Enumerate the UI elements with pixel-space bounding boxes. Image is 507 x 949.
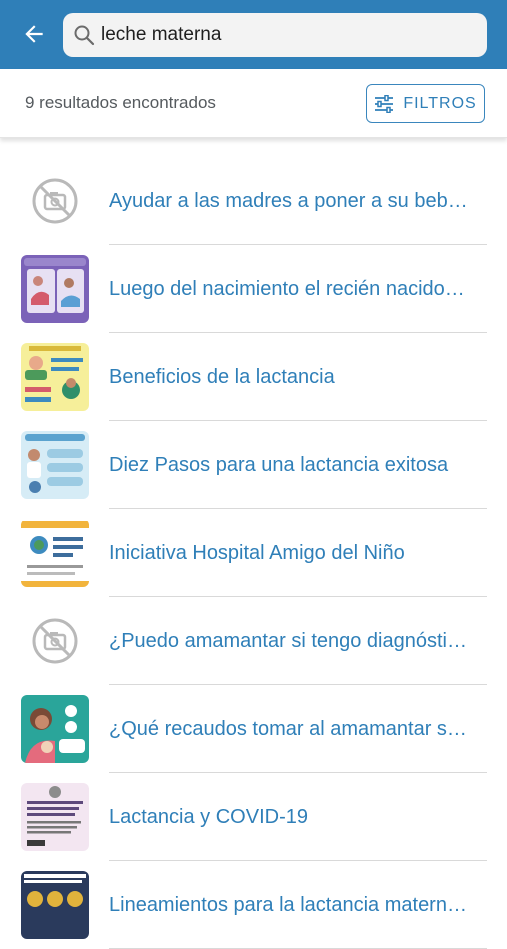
list-item[interactable]: Ayudar a las madres a poner a su bebé al… xyxy=(0,157,507,245)
no-image-icon xyxy=(21,167,89,235)
list-item[interactable]: ¿Puedo amamantar si tengo diagnóstico de… xyxy=(0,597,507,685)
list-item[interactable]: Iniciativa Hospital Amigo del Niño xyxy=(0,509,507,597)
results-count: 9 resultados encontrados xyxy=(25,93,216,112)
back-button[interactable] xyxy=(18,18,50,50)
filter-button-label: FILTROS xyxy=(403,94,477,112)
list-item[interactable]: Beneficios de la lactancia xyxy=(0,333,507,421)
arrow-left-icon xyxy=(25,25,43,43)
list-item[interactable]: Lactancia y COVID-19 xyxy=(0,773,507,861)
filter-button[interactable]: FILTROS xyxy=(366,84,485,123)
hospital-infographic-thumbnail xyxy=(21,519,89,587)
app-bar xyxy=(0,0,507,69)
list-item[interactable]: ¿Qué recaudos tomar al amamantar si teng… xyxy=(0,685,507,773)
no-image-icon xyxy=(21,607,89,675)
list-item-title: Lineamientos para la lactancia materna d… xyxy=(109,894,469,916)
list-item-title: Beneficios de la lactancia xyxy=(109,366,335,388)
teal-infographic-thumbnail xyxy=(21,695,89,763)
list-item[interactable]: Lineamientos para la lactancia materna d… xyxy=(0,861,507,949)
list-item[interactable]: Luego del nacimiento el recién nacido de… xyxy=(0,245,507,333)
list-item-title: ¿Puedo amamantar si tengo diagnóstico de… xyxy=(109,630,469,652)
list-item-title: ¿Qué recaudos tomar al amamantar si teng… xyxy=(109,718,469,740)
dark-infographic-thumbnail xyxy=(21,871,89,939)
list-item-title: Luego del nacimiento el recién nacido de… xyxy=(109,278,469,300)
results-list: Ayudar a las madres a poner a su bebé al… xyxy=(0,157,507,949)
results-header: 9 resultados encontrados FILTROS xyxy=(0,69,507,138)
list-item-title: Lactancia y COVID-19 xyxy=(109,806,308,828)
pink-infographic-thumbnail xyxy=(21,783,89,851)
list-item-title: Iniciativa Hospital Amigo del Niño xyxy=(109,542,405,564)
purple-infographic-thumbnail xyxy=(21,255,89,323)
list-item-title: Diez Pasos para una lactancia exitosa xyxy=(109,454,449,476)
sliders-icon xyxy=(375,94,394,113)
list-item[interactable]: Diez Pasos para una lactancia exitosa xyxy=(0,421,507,509)
search-icon xyxy=(74,25,95,46)
search-box[interactable] xyxy=(63,13,487,57)
yellow-infographic-thumbnail xyxy=(21,343,89,411)
lightblue-infographic-thumbnail xyxy=(21,431,89,499)
list-item-title: Ayudar a las madres a poner a su bebé al… xyxy=(109,190,469,212)
search-input[interactable] xyxy=(101,15,461,55)
